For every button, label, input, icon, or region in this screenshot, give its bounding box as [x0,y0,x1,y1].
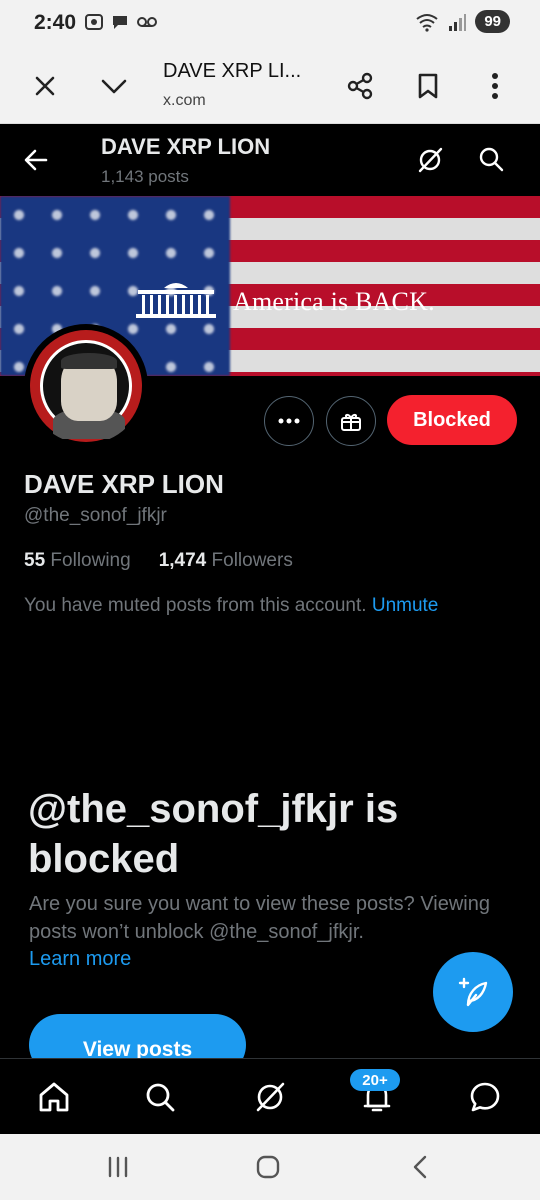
messages-icon [470,1082,500,1112]
wifi-icon [416,13,438,32]
browser-toolbar: DAVE XRP LI... x.com [0,46,540,124]
home-icon [39,1082,69,1112]
bookmark-icon [418,73,438,99]
blocked-button[interactable]: Blocked [387,395,517,445]
banner-slogan: America is BACK. [233,287,435,316]
notifications-badge: 20+ [350,1069,400,1091]
profile-display-name: DAVE XRP LION [24,469,224,499]
chat-icon [113,16,127,29]
status-bar: 2:40 99 [0,0,540,46]
compose-button[interactable] [433,952,513,1032]
bookmark-button[interactable] [408,66,448,106]
unmute-link[interactable]: Unmute [372,595,439,616]
bottom-nav: 20+ [0,1058,540,1134]
profile-top-nav: DAVE XRP LION 1,143 posts [0,124,540,196]
blocked-description: Are you sure you want to view these post… [29,893,490,943]
share-icon [347,72,373,100]
following-link[interactable]: 55 Following [24,550,131,572]
back-chevron-icon [413,1155,427,1179]
browser-page-title: DAVE XRP LI... [163,60,302,82]
voicemail-icon [137,17,157,27]
notification-icons [84,12,158,32]
muted-notice: You have muted posts from this account. … [24,595,438,617]
header-profile-name: DAVE XRP LION [101,134,271,159]
signal-icon [449,13,467,31]
recent-apps-icon [108,1156,128,1178]
avatar-portrait [40,340,132,439]
more-vertical-icon [492,73,498,99]
followers-link[interactable]: 1,474 Followers [159,550,293,572]
grok-button[interactable] [416,146,444,179]
nav-home[interactable] [34,1077,74,1117]
profile-stats: 55 Following 1,474 Followers [24,550,293,572]
white-house-icon [136,283,216,318]
search-icon [146,1083,175,1112]
learn-more-link[interactable]: Learn more [29,948,131,971]
search-button[interactable] [478,146,504,177]
back-nav-button[interactable] [400,1152,440,1182]
blocked-title: @the_sonof_jfkjr is blocked [28,787,399,881]
nav-grok[interactable] [250,1077,290,1117]
grok-icon [418,147,443,173]
home-circle-icon [256,1155,280,1179]
grok-icon [256,1082,285,1112]
expand-button[interactable] [94,66,134,106]
system-icons: 99 [415,10,510,33]
avatar-hair [61,353,117,369]
more-options-button[interactable] [264,396,314,446]
more-icon [278,418,300,424]
compose-icon [458,977,488,1007]
following-label: Following [50,550,131,571]
chevron-down-icon [101,79,127,94]
browser-menu-button[interactable] [475,66,515,106]
android-nav-bar [0,1134,540,1200]
nav-messages[interactable] [465,1077,505,1117]
header-post-count: 1,143 posts [101,167,189,186]
x-profile-page: America is BACK. DAVE XRP LION 1,143 pos… [0,124,540,1134]
browser-url: x.com [163,92,206,109]
close-tab-button[interactable] [25,66,65,106]
status-time: 2:40 [34,11,77,34]
screenshot-icon [85,14,103,30]
recent-apps-button[interactable] [98,1152,138,1182]
profile-handle: @the_sonof_jfkjr [24,505,167,526]
close-icon [35,76,55,96]
gift-button[interactable] [326,396,376,446]
battery-indicator: 99 [475,10,510,33]
avatar[interactable] [24,324,148,448]
nav-search[interactable] [140,1077,180,1117]
share-button[interactable] [340,66,380,106]
muted-text: You have muted posts from this account. [24,595,367,616]
gift-icon [341,414,361,431]
search-icon [479,147,504,172]
home-nav-button[interactable] [248,1152,288,1182]
back-button[interactable] [22,146,50,179]
back-arrow-icon [24,149,48,171]
following-count: 55 [24,550,46,571]
followers-count: 1,474 [158,550,207,571]
avatar-badge [30,330,142,442]
followers-label: Followers [211,550,293,571]
